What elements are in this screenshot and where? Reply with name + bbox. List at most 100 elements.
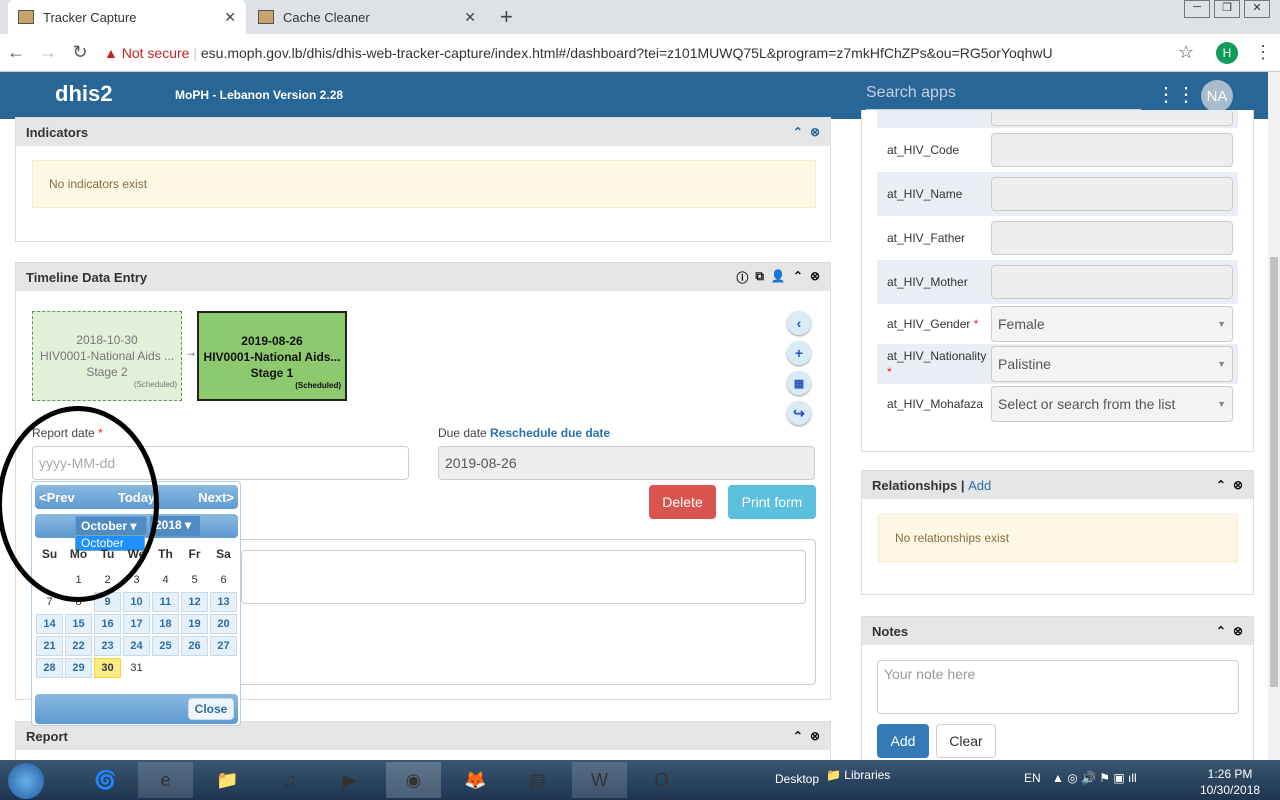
ie-icon[interactable]: e bbox=[138, 762, 193, 798]
language-indicator[interactable]: EN bbox=[1024, 771, 1041, 785]
collapse-icon[interactable]: ⌃ bbox=[1216, 478, 1226, 492]
taskbar-app-icon[interactable]: 🌀 bbox=[78, 762, 133, 798]
tab-cache-cleaner[interactable]: Cache Cleaner ✕ bbox=[248, 0, 486, 34]
scrollbar[interactable] bbox=[1268, 72, 1280, 760]
close-icon[interactable]: ⊗ bbox=[810, 729, 820, 743]
day-cell[interactable]: 29 bbox=[65, 658, 92, 678]
delete-button[interactable]: Delete bbox=[649, 485, 716, 519]
copy-icon[interactable]: ⧉ bbox=[755, 269, 764, 286]
add-note-button[interactable]: Add bbox=[877, 724, 929, 758]
user-icon[interactable]: 👤 bbox=[771, 269, 786, 286]
next-month-button[interactable]: Next> bbox=[198, 490, 234, 505]
collapse-icon[interactable]: ⌃ bbox=[1216, 624, 1226, 638]
day-cell[interactable]: 10 bbox=[123, 592, 150, 612]
day-cell[interactable]: 23 bbox=[94, 636, 121, 656]
share-forward-button[interactable]: ↪ bbox=[787, 401, 811, 425]
desktop-toolbar[interactable]: Desktop bbox=[775, 772, 819, 786]
close-icon[interactable]: ⊗ bbox=[810, 269, 820, 286]
day-cell[interactable]: 9 bbox=[94, 592, 121, 612]
day-cell[interactable]: 4 bbox=[152, 570, 179, 590]
close-icon[interactable]: ⊗ bbox=[810, 125, 820, 139]
back-icon[interactable]: ← bbox=[0, 42, 32, 63]
today-button[interactable]: Today bbox=[118, 490, 155, 505]
day-cell[interactable]: 31 bbox=[123, 658, 150, 678]
close-calendar-button[interactable]: Close bbox=[188, 698, 234, 720]
day-cell[interactable]: 8 bbox=[65, 592, 92, 612]
day-cell[interactable]: 25 bbox=[152, 636, 179, 656]
day-cell[interactable]: 27 bbox=[210, 636, 237, 656]
report-date-input[interactable]: yyyy-MM-dd bbox=[32, 446, 409, 480]
calendar-button[interactable]: ▦ bbox=[787, 371, 811, 395]
search-apps-input[interactable]: Search apps bbox=[866, 84, 1141, 110]
day-cell[interactable]: 13 bbox=[210, 592, 237, 612]
day-cell[interactable]: 15 bbox=[65, 614, 92, 634]
sticky-notes-icon[interactable]: ▤ bbox=[510, 762, 565, 798]
add-event-button[interactable]: + bbox=[787, 341, 811, 365]
day-cell[interactable]: 1 bbox=[65, 570, 92, 590]
explorer-icon[interactable]: 📁 bbox=[200, 762, 255, 798]
day-cell[interactable]: 19 bbox=[181, 614, 208, 634]
close-window-button[interactable]: ✕ bbox=[1244, 0, 1270, 18]
media-player-icon[interactable]: ▶ bbox=[322, 762, 377, 798]
bookmark-star-icon[interactable]: ☆ bbox=[1178, 42, 1194, 63]
day-cell[interactable]: 2 bbox=[94, 570, 121, 590]
day-cell[interactable]: 6 bbox=[210, 570, 237, 590]
add-relationship-link[interactable]: Add bbox=[968, 478, 991, 493]
info-icon[interactable]: ⓘ bbox=[736, 269, 748, 286]
day-cell[interactable]: 17 bbox=[123, 614, 150, 634]
libraries-toolbar[interactable]: 📁 Libraries bbox=[826, 768, 890, 782]
minimize-button[interactable]: ─ bbox=[1184, 0, 1210, 18]
dhis2-logo[interactable]: dhis2 bbox=[55, 81, 112, 107]
start-button[interactable] bbox=[8, 763, 44, 799]
collapse-icon[interactable]: ⌃ bbox=[793, 125, 803, 139]
close-tab-icon[interactable]: ✕ bbox=[224, 9, 236, 26]
maximize-button[interactable]: ❐ bbox=[1214, 0, 1240, 18]
chrome-icon[interactable]: ◉ bbox=[386, 762, 441, 798]
prev-month-button[interactable]: <Prev bbox=[39, 490, 75, 505]
day-cell[interactable]: 22 bbox=[65, 636, 92, 656]
tray-icons[interactable]: ▲ ◎ 🔊 ⚑ ▣ ıll bbox=[1052, 771, 1137, 785]
collapse-icon[interactable]: ⌃ bbox=[793, 729, 803, 743]
day-cell[interactable]: 20 bbox=[210, 614, 237, 634]
month-select[interactable]: October ▾ bbox=[75, 516, 147, 536]
clock[interactable]: 1:26 PM 10/30/2018 bbox=[1200, 766, 1260, 798]
day-cell[interactable]: 12 bbox=[181, 592, 208, 612]
event-stage-2[interactable]: 2018-10-30 HIV0001-National Aids ... Stage… bbox=[32, 311, 182, 401]
profile-select[interactable]: Female ▼ bbox=[991, 306, 1233, 342]
day-cell[interactable]: 7 bbox=[36, 592, 63, 612]
day-cell[interactable]: 5 bbox=[181, 570, 208, 590]
profile-select[interactable]: Palistine ▼ bbox=[991, 346, 1233, 382]
day-cell[interactable]: 21 bbox=[36, 636, 63, 656]
profile-select[interactable]: Select or search from the list ▼ bbox=[991, 386, 1233, 422]
back-chevron-button[interactable]: ‹ bbox=[787, 311, 811, 335]
year-select[interactable]: 2018 ▾ bbox=[150, 516, 200, 536]
day-cell[interactable]: 3 bbox=[123, 570, 150, 590]
firefox-icon[interactable]: 🦊 bbox=[448, 762, 503, 798]
reschedule-link[interactable]: Reschedule due date bbox=[490, 426, 610, 440]
word-icon[interactable]: W bbox=[572, 762, 627, 798]
outlook-icon[interactable]: O bbox=[634, 762, 689, 798]
day-cell[interactable]: 14 bbox=[36, 614, 63, 634]
day-cell[interactable]: 16 bbox=[94, 614, 121, 634]
new-tab-button[interactable]: + bbox=[500, 4, 513, 30]
itunes-icon[interactable]: ♫ bbox=[262, 762, 317, 798]
clear-note-button[interactable]: Clear bbox=[936, 724, 996, 758]
url-field[interactable]: ▲ Not secure | esu.moph.gov.lb/dhis/dhis… bbox=[104, 45, 1053, 61]
reload-icon[interactable]: ↻ bbox=[64, 42, 96, 63]
note-textarea[interactable]: Your note here bbox=[877, 660, 1239, 714]
menu-icon[interactable]: ⋮ bbox=[1254, 42, 1272, 63]
profile-avatar[interactable]: H bbox=[1216, 41, 1238, 64]
collapse-icon[interactable]: ⌃ bbox=[793, 269, 803, 286]
close-icon[interactable]: ⊗ bbox=[1233, 624, 1243, 638]
day-cell[interactable]: 30 bbox=[94, 658, 121, 678]
comment-textarea[interactable] bbox=[241, 550, 806, 604]
close-tab-icon[interactable]: ✕ bbox=[464, 9, 476, 26]
day-cell[interactable]: 18 bbox=[152, 614, 179, 634]
day-cell[interactable]: 28 bbox=[36, 658, 63, 678]
tab-tracker-capture[interactable]: Tracker Capture ✕ bbox=[8, 0, 246, 34]
day-cell[interactable]: 11 bbox=[152, 592, 179, 612]
close-icon[interactable]: ⊗ bbox=[1233, 478, 1243, 492]
user-avatar[interactable]: NA bbox=[1201, 80, 1233, 112]
print-form-button[interactable]: Print form bbox=[728, 485, 816, 519]
event-stage-1[interactable]: 2019-08-26 HIV0001-National Aids... Stage … bbox=[197, 311, 347, 401]
